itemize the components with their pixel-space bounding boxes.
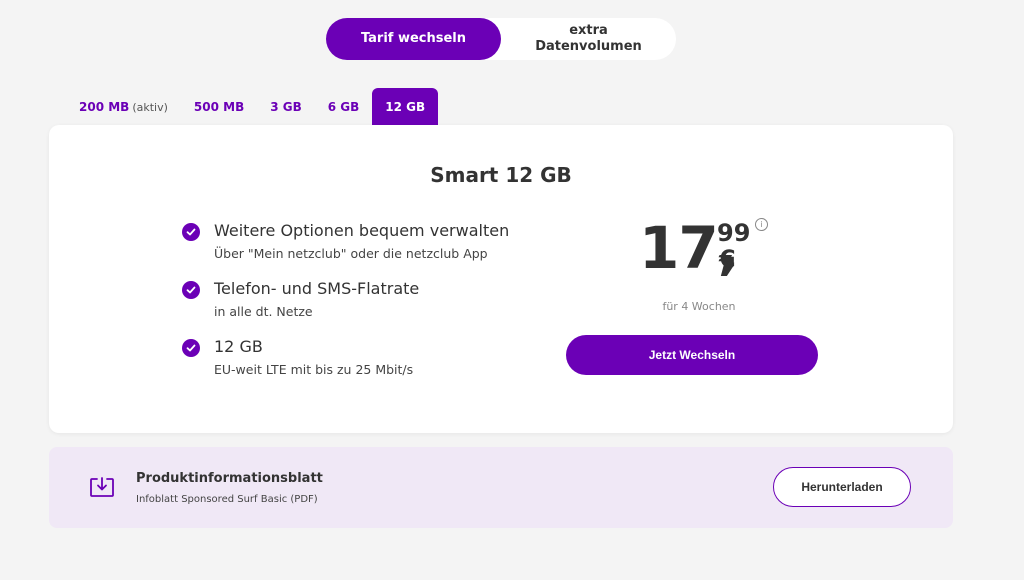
- feature-item: 12 GB EU-weit LTE mit bis zu 25 Mbit/s: [182, 337, 562, 395]
- extra-datenvolumen-toggle[interactable]: extra Datenvolumen: [501, 18, 676, 60]
- tab-500mb[interactable]: 500 MB: [181, 88, 257, 126]
- feature-title: Telefon- und SMS-Flatrate: [214, 279, 420, 298]
- download-icon: [90, 477, 114, 497]
- product-info-download: Produktinformationsblatt Infoblatt Spons…: [49, 447, 953, 528]
- feature-title: Weitere Optionen bequem verwalten: [214, 221, 510, 240]
- feature-subtitle: EU-weit LTE mit bis zu 25 Mbit/s: [214, 362, 414, 377]
- plan-title: Smart 12 GB: [430, 163, 572, 187]
- check-icon: [182, 223, 200, 241]
- plan-tabs: 200 MB (aktiv) 500 MB 3 GB 6 GB 12 GB: [66, 88, 439, 126]
- tab-label: 12 GB: [385, 100, 426, 114]
- tab-200mb[interactable]: 200 MB (aktiv): [66, 88, 181, 126]
- feature-item: Telefon- und SMS-Flatrate in alle dt. Ne…: [182, 279, 562, 337]
- tab-label: 200 MB: [79, 100, 130, 114]
- price-currency: €: [719, 245, 736, 273]
- plan-mode-toggle: Tarif wechseln extra Datenvolumen: [326, 18, 676, 60]
- download-subtitle: Infoblatt Sponsored Surf Basic (PDF): [136, 494, 318, 505]
- billing-period: für 4 Wochen: [662, 300, 736, 313]
- tab-label: 3 GB: [270, 100, 302, 114]
- feature-subtitle: in alle dt. Netze: [214, 304, 313, 319]
- tab-active-note: (aktiv): [132, 100, 168, 114]
- plan-card: Smart 12 GB Weitere Optionen bequem verw…: [49, 125, 953, 433]
- tarif-wechseln-toggle[interactable]: Tarif wechseln: [326, 18, 501, 60]
- feature-title: 12 GB: [214, 337, 263, 356]
- herunterladen-button[interactable]: Herunterladen: [773, 467, 911, 507]
- tab-label: 6 GB: [327, 100, 360, 114]
- tab-3gb[interactable]: 3 GB: [257, 88, 315, 126]
- check-icon: [182, 339, 200, 357]
- info-icon[interactable]: i: [755, 218, 768, 231]
- tab-12gb[interactable]: 12 GB: [372, 88, 439, 126]
- feature-subtitle: Über "Mein netzclub" oder die netzclub A…: [214, 246, 488, 261]
- tab-6gb[interactable]: 6 GB: [315, 88, 373, 126]
- tab-label: 500 MB: [193, 100, 245, 114]
- jetzt-wechseln-button[interactable]: Jetzt Wechseln: [566, 335, 818, 375]
- check-icon: [182, 281, 200, 299]
- download-title: Produktinformationsblatt: [136, 471, 323, 486]
- feature-item: Weitere Optionen bequem verwalten Über "…: [182, 221, 562, 279]
- price-decimal: 99: [717, 219, 751, 247]
- feature-list: Weitere Optionen bequem verwalten Über "…: [182, 221, 562, 395]
